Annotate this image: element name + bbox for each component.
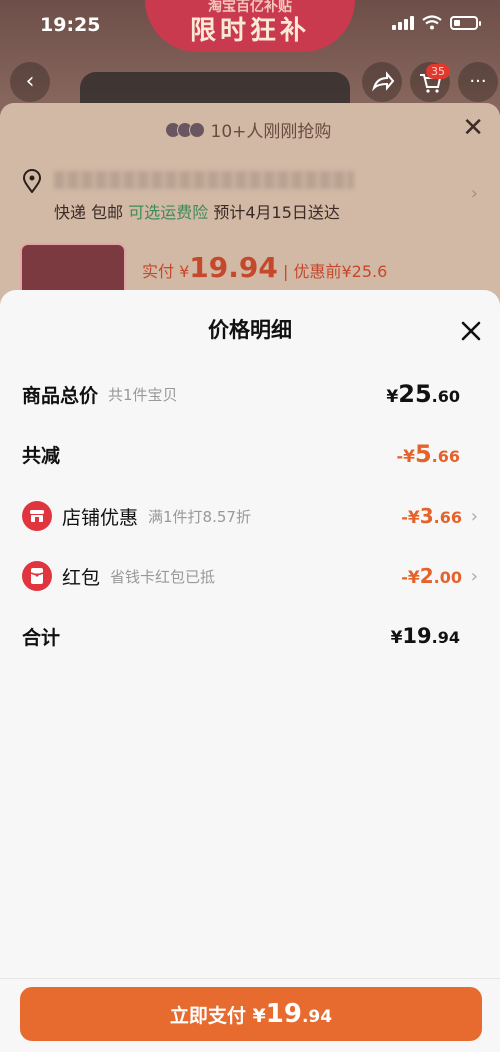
- share-button[interactable]: [362, 62, 402, 102]
- row-value: ¥25.60: [386, 380, 460, 408]
- chevron-right-icon: ›: [470, 183, 478, 204]
- row-label: 合计: [22, 626, 61, 649]
- status-icons: [392, 15, 481, 30]
- pay-footer: 立即支付 ¥19.94: [0, 978, 500, 1052]
- sheet-title: 价格明细: [208, 318, 292, 342]
- shipping-info: 快递 包邮 可选运费险 预计4月15日送达: [54, 203, 340, 222]
- order-close-button[interactable]: ✕: [462, 113, 484, 143]
- buyer-avatars: [164, 121, 205, 143]
- recent-buyers-text: 10+人刚刚抢购: [210, 122, 332, 142]
- price-detail-sheet: 价格明细 商品总价 共1件宝贝 ¥25.60 共减 -¥5.66 店铺优惠 满1…: [0, 290, 500, 1052]
- row-value: -¥5.66: [396, 440, 460, 468]
- row-label: 共减: [22, 444, 61, 467]
- battery-icon: [450, 15, 481, 30]
- row-sub: 省钱卡红包已抵: [110, 567, 216, 586]
- row-label: 商品总价: [22, 384, 99, 407]
- row-total-discount: 共减 -¥5.66: [22, 436, 478, 472]
- row-label: 店铺优惠: [62, 506, 139, 529]
- order-price: 实付 ¥19.94 | 优惠前¥25.6: [142, 251, 388, 284]
- chevron-right-icon: ›: [470, 565, 478, 587]
- pay-now-button[interactable]: 立即支付 ¥19.94: [20, 987, 482, 1041]
- row-red-packet[interactable]: 红包 省钱卡红包已抵 -¥2.00 ›: [22, 558, 478, 594]
- red-packet-icon: [22, 561, 52, 591]
- store-icon: [22, 501, 52, 531]
- row-sub: 满1件打8.57折: [148, 507, 251, 526]
- location-icon: [22, 169, 42, 193]
- address-text-blurred: [54, 171, 354, 189]
- row-grand-total: 合计 ¥19.94: [22, 618, 478, 654]
- wifi-icon: [422, 15, 442, 30]
- status-time: 19:25: [40, 14, 101, 36]
- chevron-right-icon: ›: [470, 505, 478, 527]
- more-button[interactable]: ···: [458, 62, 498, 102]
- recent-buyers: 10+人刚刚抢购: [0, 117, 500, 143]
- status-bar: 19:25: [0, 0, 500, 52]
- share-icon: [371, 71, 395, 92]
- close-icon[interactable]: [460, 320, 482, 342]
- row-value: -¥2.00: [401, 564, 462, 588]
- freight-insurance-link[interactable]: 可选运费险: [128, 203, 208, 222]
- signal-icon: [392, 15, 414, 30]
- row-item-total: 商品总价 共1件宝贝 ¥25.60: [22, 376, 478, 412]
- row-store-discount[interactable]: 店铺优惠 满1件打8.57折 -¥3.66 ›: [22, 498, 478, 534]
- back-button[interactable]: ‹: [10, 62, 50, 102]
- row-sub: 共1件宝贝: [108, 385, 178, 404]
- row-value: ¥19.94: [390, 624, 460, 648]
- row-value: -¥3.66: [401, 504, 462, 528]
- row-label: 红包: [62, 566, 101, 589]
- cart-count-badge: 35: [426, 64, 450, 79]
